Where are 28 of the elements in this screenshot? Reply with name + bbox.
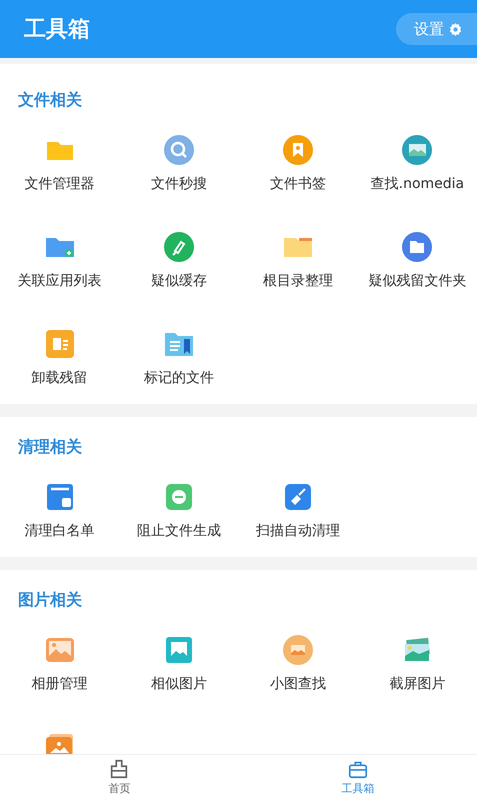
tool-label[interactable]: 相似图片 xyxy=(150,674,207,694)
tool-label[interactable]: 扫描自动清理 xyxy=(256,521,340,541)
page-title: 工具箱 xyxy=(24,16,90,44)
tool-label[interactable]: 文件管理器 xyxy=(24,174,95,194)
section-title: 文件相关 xyxy=(17,90,83,110)
tool-label[interactable]: 清理白名单 xyxy=(24,521,95,541)
tool-label[interactable]: 卸载残留 xyxy=(32,368,88,388)
tool-label[interactable]: 小图查找 xyxy=(270,674,326,694)
tool-icon[interactable] xyxy=(401,231,434,263)
settings-icon xyxy=(448,22,463,36)
tool-label[interactable]: 疑似残留文件夹 xyxy=(368,271,466,291)
tool-label[interactable]: 相册管理 xyxy=(32,674,88,694)
tool-icon[interactable] xyxy=(44,731,76,754)
tool-label[interactable]: 标记的文件 xyxy=(144,368,214,388)
nav-tab[interactable]: 首页 xyxy=(0,755,238,799)
tool-label[interactable]: 截屏图片 xyxy=(389,674,446,694)
tool-label[interactable]: 文件书签 xyxy=(270,174,326,194)
nav-tab[interactable]: 工具箱 xyxy=(238,755,477,799)
tool-icon[interactable] xyxy=(401,134,434,166)
tool-label[interactable]: 阻止文件生成 xyxy=(136,521,221,541)
section-title: 图片相关 xyxy=(17,590,83,610)
tool-label[interactable]: 文件秒搜 xyxy=(150,174,207,194)
tool-label[interactable]: 根目录整理 xyxy=(263,271,334,291)
tool-label[interactable]: 疑似缓存 xyxy=(150,271,207,291)
tool-icon[interactable] xyxy=(162,231,195,263)
section-title: 清理相关 xyxy=(17,437,83,457)
tool-label[interactable]: 查找.nomedia xyxy=(370,174,464,194)
tool-label[interactable]: 关联应用列表 xyxy=(18,271,102,291)
